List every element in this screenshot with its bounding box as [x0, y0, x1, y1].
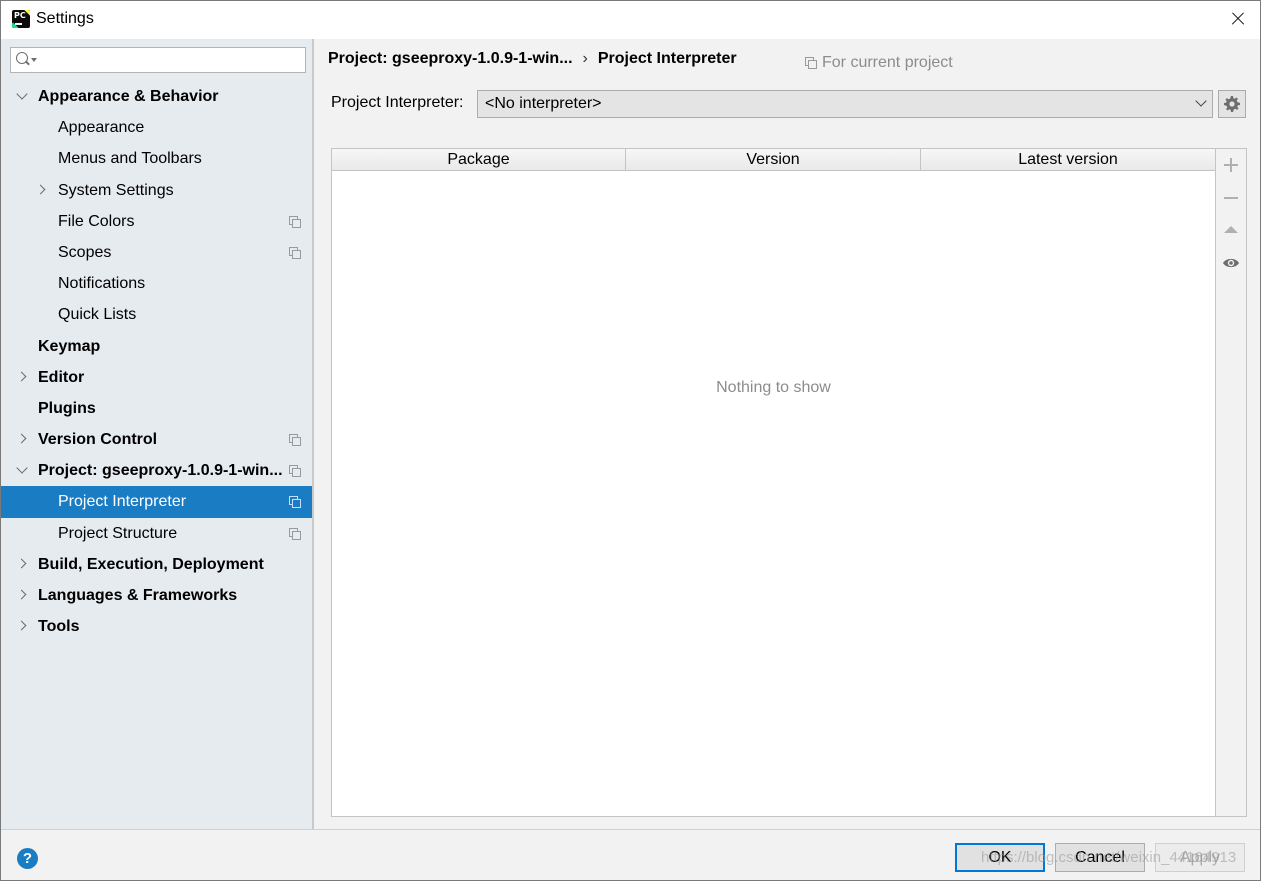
- sidebar-item-editor[interactable]: Editor: [1, 362, 312, 393]
- sidebar-item-menus-toolbars[interactable]: Menus and Toolbars: [1, 143, 312, 174]
- sidebar-item-quick-lists[interactable]: Quick Lists: [1, 299, 312, 330]
- breadcrumb-current: Project Interpreter: [597, 50, 737, 67]
- sidebar-item-notifications[interactable]: Notifications: [1, 268, 312, 299]
- eye-icon[interactable]: [1222, 254, 1240, 272]
- interpreter-settings-button[interactable]: [1218, 90, 1246, 118]
- column-header-version[interactable]: Version: [626, 149, 921, 170]
- sidebar-item-label: Appearance: [58, 119, 145, 137]
- empty-table-message: Nothing to show: [716, 379, 831, 396]
- interpreter-select[interactable]: <No interpreter>: [477, 90, 1213, 118]
- chevron-right-icon[interactable]: [17, 559, 27, 569]
- dialog-button-bar: ? OK Cancel Apply: [1, 829, 1260, 880]
- add-package-icon[interactable]: [1222, 156, 1240, 174]
- package-toolbar: [1215, 149, 1246, 816]
- window-title: Settings: [36, 10, 94, 27]
- sidebar-item-project[interactable]: Project: gseeproxy-1.0.9-1-win...: [1, 455, 312, 486]
- sidebar-item-label: Keymap: [38, 337, 101, 355]
- pycharm-logo-icon: PC: [12, 10, 30, 28]
- sidebar-item-label: Project Interpreter: [58, 493, 187, 511]
- chevron-right-icon[interactable]: [36, 185, 46, 195]
- sidebar-item-label: Appearance & Behavior: [38, 88, 219, 105]
- project-scope-icon: [289, 527, 301, 540]
- title-bar: PC Settings: [1, 1, 1260, 39]
- apply-button[interactable]: Apply: [1155, 843, 1245, 872]
- sidebar-item-label: Editor: [38, 368, 85, 386]
- search-dropdown-icon[interactable]: [31, 58, 37, 62]
- sidebar-item-system-settings[interactable]: System Settings: [1, 175, 312, 206]
- sidebar-item-version-control[interactable]: Version Control: [1, 424, 312, 455]
- project-scope-icon: [289, 465, 301, 478]
- project-scope-icon: [289, 215, 301, 228]
- remove-package-icon[interactable]: [1222, 189, 1240, 207]
- column-header-latest-version[interactable]: Latest version: [921, 149, 1215, 170]
- sidebar-item-label: Project: gseeproxy-1.0.9-1-win...: [38, 462, 283, 480]
- breadcrumb-separator: ›: [582, 50, 588, 67]
- sidebar-item-languages-frameworks[interactable]: Languages & Frameworks: [1, 580, 312, 611]
- scope-hint: For current project: [805, 54, 953, 72]
- search-input[interactable]: [39, 50, 299, 70]
- sidebar-item-scopes[interactable]: Scopes: [1, 237, 312, 268]
- sidebar-item-label: Build, Execution, Deployment: [38, 555, 264, 573]
- project-scope-icon: [289, 496, 301, 509]
- packages-table: Package Version Latest version Nothing t…: [331, 148, 1247, 817]
- chevron-right-icon[interactable]: [17, 590, 27, 600]
- sidebar-item-label: Notifications: [58, 275, 146, 293]
- sidebar-item-label: Languages & Frameworks: [38, 587, 238, 604]
- scope-label: For current project: [822, 54, 953, 71]
- search-box[interactable]: [10, 47, 306, 73]
- sidebar-item-label: Version Control: [38, 431, 158, 449]
- copy-icon: [805, 57, 817, 69]
- chevron-down-icon[interactable]: [17, 465, 27, 475]
- upgrade-package-icon[interactable]: [1222, 222, 1240, 240]
- sidebar-item-label: File Colors: [58, 212, 135, 230]
- packages-table-header: Package Version Latest version: [332, 149, 1215, 171]
- chevron-down-icon[interactable]: [1197, 98, 1206, 107]
- sidebar-item-build-execution-deployment[interactable]: Build, Execution, Deployment: [1, 549, 312, 580]
- chevron-down-icon[interactable]: [17, 91, 27, 101]
- project-scope-icon: [289, 434, 301, 447]
- ok-button[interactable]: OK: [955, 843, 1045, 872]
- sidebar-item-label: Scopes: [58, 243, 112, 261]
- column-header-package[interactable]: Package: [332, 149, 626, 170]
- gear-icon: [1224, 96, 1240, 112]
- close-icon[interactable]: [1226, 7, 1250, 31]
- sidebar-item-label: Quick Lists: [58, 306, 137, 324]
- sidebar-item-label: Tools: [38, 618, 80, 636]
- sidebar-item-label: Project Structure: [58, 524, 178, 542]
- breadcrumb-parent[interactable]: Project: gseeproxy-1.0.9-1-win...: [328, 50, 573, 67]
- sidebar-item-project-structure[interactable]: Project Structure: [1, 518, 312, 549]
- sidebar-item-appearance-behavior[interactable]: Appearance & Behavior: [1, 81, 312, 112]
- sidebar-item-label: Plugins: [38, 399, 96, 417]
- cancel-button[interactable]: Cancel: [1055, 843, 1145, 872]
- sidebar-item-label: Menus and Toolbars: [58, 150, 202, 168]
- search-icon[interactable]: [16, 52, 30, 66]
- chevron-right-icon[interactable]: [17, 372, 27, 382]
- sidebar-item-keymap[interactable]: Keymap: [1, 331, 312, 362]
- sidebar-item-appearance[interactable]: Appearance: [1, 112, 312, 143]
- project-scope-icon: [289, 246, 301, 259]
- chevron-right-icon[interactable]: [17, 621, 27, 631]
- sidebar-item-label: System Settings: [58, 181, 174, 199]
- interpreter-label: Project Interpreter:: [331, 94, 464, 111]
- chevron-right-icon[interactable]: [17, 434, 27, 444]
- settings-window: PC Settings Appearance & Behavior Appeara…: [0, 0, 1261, 881]
- interpreter-value: <No interpreter>: [485, 95, 602, 112]
- sidebar-item-project-interpreter[interactable]: Project Interpreter: [1, 486, 312, 518]
- sidebar-item-tools[interactable]: Tools: [1, 611, 312, 642]
- sidebar-item-file-colors[interactable]: File Colors: [1, 206, 312, 237]
- settings-content: Project: gseeproxy-1.0.9-1-win... › Projec…: [316, 39, 1260, 829]
- settings-sidebar: Appearance & Behavior Appearance Menus and…: [1, 39, 314, 829]
- help-icon[interactable]: ?: [17, 848, 38, 869]
- settings-tree: Appearance & Behavior Appearance Menus and…: [1, 81, 312, 642]
- breadcrumb: Project: gseeproxy-1.0.9-1-win... › Projec…: [328, 50, 737, 68]
- sidebar-item-plugins[interactable]: Plugins: [1, 393, 312, 424]
